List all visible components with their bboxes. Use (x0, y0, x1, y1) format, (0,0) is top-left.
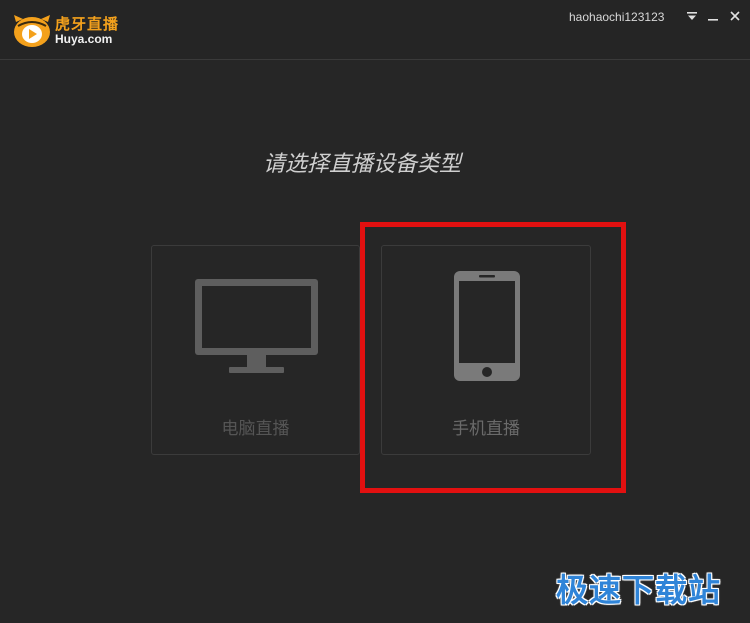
menu-button[interactable] (683, 7, 701, 25)
title-bar: 虎牙直播 Huya.com haohaochi123123 (0, 0, 750, 60)
logo-text-en: Huya.com (55, 32, 113, 46)
app-logo: 虎牙直播 Huya.com (12, 12, 130, 52)
pc-live-label: 电脑直播 (221, 419, 290, 439)
mobile-live-label: 手机直播 (452, 419, 520, 439)
minimize-icon (708, 19, 718, 21)
huya-logo-icon (14, 15, 50, 47)
menu-icon (687, 12, 697, 20)
username-label[interactable]: haohaochi123123 (569, 10, 664, 24)
watermark: 极速下载站 (556, 571, 722, 609)
close-button[interactable] (726, 7, 744, 25)
pc-live-option[interactable]: 电脑直播 (151, 245, 360, 455)
close-icon (730, 11, 740, 21)
minimize-button[interactable] (704, 7, 722, 25)
logo-text-cn: 虎牙直播 (55, 15, 120, 33)
monitor-icon (195, 279, 318, 373)
device-type-prompt: 请选择直播设备类型 (262, 152, 461, 177)
smartphone-icon (454, 271, 520, 381)
mobile-live-option[interactable]: 手机直播 (381, 245, 591, 455)
